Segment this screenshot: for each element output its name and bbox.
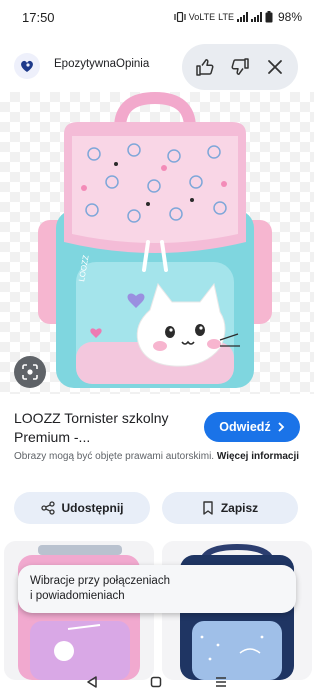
- lens-icon: [22, 364, 38, 380]
- share-icon: [40, 501, 55, 515]
- save-label: Zapisz: [220, 501, 259, 515]
- close-icon: [267, 60, 282, 74]
- toast-line-1: Wibracje przy połączeniach: [30, 575, 170, 587]
- site-name[interactable]: EpozytywnaOpinia: [54, 58, 149, 70]
- product-image[interactable]: LOOZZ: [0, 92, 314, 394]
- signal-icon: [236, 12, 248, 22]
- recents-lines-icon: [216, 677, 226, 687]
- system-toast: Wibracje przy połączeniach i powiadomien…: [18, 565, 296, 613]
- toast-line-2: i powiadomieniach: [30, 590, 125, 602]
- copyright-text: Obrazy mogą być objęte prawami autorskim…: [14, 451, 215, 462]
- battery-percent: 98%: [277, 10, 302, 24]
- thumb-up-icon: [196, 58, 214, 76]
- nav-recents-button[interactable]: [214, 675, 228, 693]
- signal-icon-2: [250, 12, 262, 22]
- site-header: EpozytywnaOpinia: [0, 36, 314, 92]
- status-bar: 17:50 VoLTE LTE 98%: [0, 0, 314, 34]
- lens-button[interactable]: [14, 356, 46, 388]
- share-label: Udostępnij: [61, 501, 124, 515]
- save-button[interactable]: Zapisz: [162, 492, 298, 524]
- thumb-down-icon: [231, 58, 249, 76]
- system-nav-bar: [0, 668, 314, 700]
- more-info-link[interactable]: Więcej informacji: [217, 451, 299, 462]
- status-time: 17:50: [22, 9, 55, 25]
- visit-button[interactable]: Odwiedź: [204, 412, 300, 442]
- site-logo[interactable]: [14, 53, 40, 79]
- nav-home-button[interactable]: [150, 675, 162, 693]
- network-label: VoLTE: [188, 12, 216, 22]
- battery-icon: [265, 11, 273, 23]
- thumb-down-button[interactable]: [224, 51, 256, 83]
- vibrate-icon: [174, 12, 186, 22]
- chevron-right-icon: [278, 422, 284, 432]
- back-triangle-icon: [87, 676, 97, 688]
- thumb-up-button[interactable]: [189, 51, 221, 83]
- feedback-pill: [182, 44, 298, 90]
- lte-label: LTE: [218, 12, 234, 22]
- visit-label: Odwiedź: [219, 420, 271, 434]
- home-square-icon: [150, 676, 162, 688]
- share-button[interactable]: Udostępnij: [14, 492, 150, 524]
- heart-logo-icon: [21, 60, 33, 72]
- close-button[interactable]: [259, 51, 291, 83]
- result-title[interactable]: LOOZZ Tornister szkolny Premium -...: [14, 409, 200, 447]
- copyright-notice: Obrazy mogą być objęte prawami autorskim…: [14, 450, 304, 464]
- backpack-image: LOOZZ: [38, 92, 272, 388]
- status-icons: VoLTE LTE 98%: [174, 10, 302, 24]
- nav-back-button[interactable]: [86, 675, 98, 693]
- bookmark-icon: [203, 501, 213, 515]
